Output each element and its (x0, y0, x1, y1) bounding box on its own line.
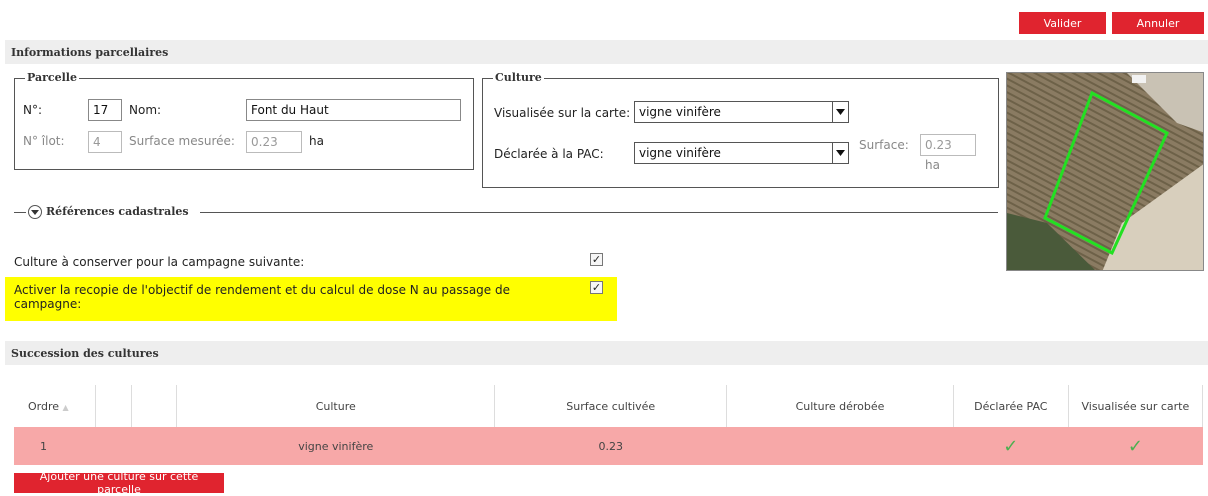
cancel-button[interactable]: Annuler (1112, 12, 1204, 34)
col-header-visualisee[interactable]: Visualisée sur carte (1068, 385, 1204, 427)
culture-fieldset: Culture (482, 71, 999, 188)
table-row[interactable]: 1 vigne vinifère 0.23 ✓ ✓ (14, 427, 1204, 465)
culture-declaree-label: Déclarée à la PAC: (494, 147, 604, 161)
validate-button[interactable]: Valider (1019, 12, 1106, 34)
parcelle-fieldset: Parcelle (14, 71, 474, 170)
conserver-label: Culture à conserver pour la campagne sui… (14, 255, 305, 269)
table-header-row: Ordre ▲ Culture Surface cultivée Culture… (14, 385, 1204, 427)
cadastre-divider-right (200, 212, 998, 213)
conserver-checkbox[interactable]: ✓ (590, 253, 603, 266)
parcelle-nom-label: Nom: (129, 103, 162, 117)
culture-visualisee-label: Visualisée sur la carte: (494, 106, 631, 120)
cell-visualisee: ✓ (1068, 427, 1204, 465)
cell-culture: vigne vinifère (176, 427, 496, 465)
culture-surface-input: 0.23 (920, 134, 976, 156)
parcelle-nom-input[interactable]: Font du Haut (246, 99, 461, 121)
parcelle-ilot-input: 4 (88, 131, 122, 153)
parcelle-surface-unit: ha (309, 134, 324, 148)
col-header-derobee[interactable]: Culture dérobée (726, 385, 954, 427)
parcelle-surface-label: Surface mesurée: (129, 134, 235, 148)
culture-surface-label: Surface: (859, 138, 909, 152)
sort-asc-icon[interactable]: ▲ (63, 403, 69, 412)
succession-table: Ordre ▲ Culture Surface cultivée Culture… (14, 385, 1204, 465)
parcelle-legend: Parcelle (25, 71, 79, 84)
col-header-culture[interactable]: Culture (176, 385, 496, 427)
culture-visualisee-value: vigne vinifère (639, 105, 721, 119)
info-section-header: Informations parcellaires (5, 40, 1208, 64)
parcelle-ilot-label: N° îlot: (23, 134, 65, 148)
culture-legend: Culture (493, 71, 544, 84)
info-section-title: Informations parcellaires (11, 45, 169, 59)
chevron-down-icon[interactable] (832, 143, 848, 163)
culture-surface-unit: ha (925, 158, 940, 172)
culture-declaree-value: vigne vinifère (639, 146, 721, 160)
col-header-blank-2 (131, 385, 178, 427)
cadastre-toggle-label[interactable]: Références cadastrales (46, 205, 189, 218)
col-header-blank-1 (95, 385, 133, 427)
cell-ordre: 1 (14, 427, 96, 465)
parcelle-num-label: N°: (23, 103, 43, 117)
parcelle-surface-input: 0.23 (246, 131, 302, 153)
parcelle-num-input[interactable]: 17 (88, 99, 122, 121)
cell-blank-2 (131, 427, 178, 465)
succession-section-title: Succession des cultures (11, 346, 159, 360)
cell-derobee (726, 427, 954, 465)
col-header-declaree-pac[interactable]: Déclarée PAC (953, 385, 1069, 427)
chevron-down-icon[interactable] (832, 102, 848, 122)
checkmark-icon: ✓ (1003, 435, 1019, 457)
cell-blank-1 (95, 427, 133, 465)
cell-declaree-pac: ✓ (953, 427, 1069, 465)
parcel-map-thumbnail[interactable] (1006, 72, 1204, 271)
expand-circle-icon[interactable] (28, 205, 42, 219)
cadastre-divider-left (14, 212, 26, 213)
culture-visualisee-select[interactable]: vigne vinifère (634, 101, 849, 123)
checkmark-icon: ✓ (1127, 435, 1143, 457)
recopie-label: Activer la recopie de l'objectif de rend… (14, 283, 510, 311)
col-header-ordre[interactable]: Ordre ▲ (14, 385, 96, 427)
col-header-surface[interactable]: Surface cultivée (494, 385, 728, 427)
add-culture-button[interactable]: Ajouter une culture sur cette parcelle (14, 470, 224, 496)
cell-surface: 0.23 (494, 427, 728, 465)
recopie-checkbox[interactable]: ✓ (590, 281, 603, 294)
culture-declaree-select[interactable]: vigne vinifère (634, 142, 849, 164)
succession-section-header: Succession des cultures (5, 341, 1208, 365)
